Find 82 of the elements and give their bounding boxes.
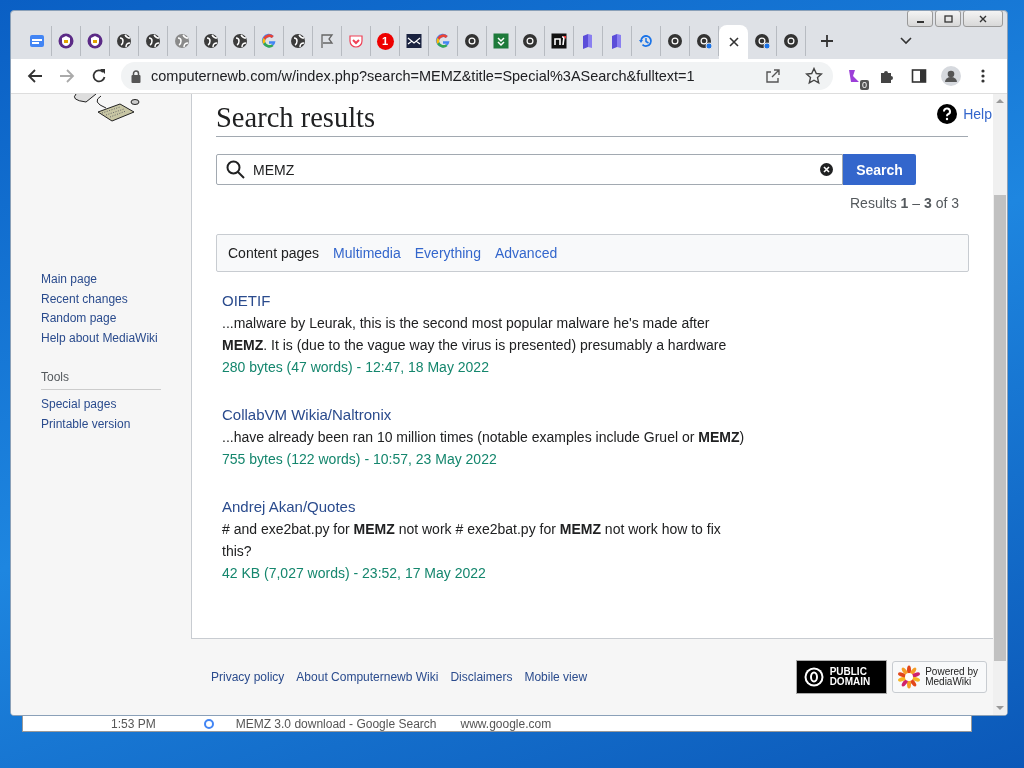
close-icon[interactable] bbox=[727, 36, 740, 48]
download-icon bbox=[493, 33, 509, 49]
url-text: computernewb.com/w/index.php?search=MEMZ&title=Special%3ASearch&fulltext=1 bbox=[151, 68, 695, 84]
help-link[interactable]: Help bbox=[963, 106, 992, 122]
close-icon bbox=[977, 13, 989, 24]
result-title[interactable]: OIETIF bbox=[222, 290, 271, 312]
chrome-icon bbox=[667, 33, 683, 49]
globe-icon bbox=[174, 33, 190, 49]
lock-icon bbox=[131, 69, 141, 83]
chrome-icon bbox=[754, 33, 770, 49]
footer-link[interactable]: Mobile view bbox=[524, 670, 588, 684]
result-snippet: # and exe2bat.py for MEMZ not work # exe2bat.py for MEMZ not work how to fix this? bbox=[222, 520, 722, 561]
sidebar-link[interactable]: Help about MediaWiki bbox=[41, 328, 158, 348]
address-bar[interactable]: computernewb.com/w/index.php?search=MEMZ&title=Special%3ASearch&fulltext=1 bbox=[121, 62, 833, 90]
shield-icon bbox=[58, 33, 74, 49]
history-site: www.google.com bbox=[460, 716, 552, 731]
sidebar-link[interactable]: Special pages bbox=[41, 395, 117, 415]
result-title[interactable]: CollabVM Wikia/Naltronix bbox=[222, 404, 392, 426]
back-icon[interactable] bbox=[27, 68, 43, 84]
search-input: MEMZ bbox=[253, 161, 812, 178]
minimize-button[interactable] bbox=[907, 11, 933, 27]
sidebar-link[interactable]: Random page bbox=[41, 309, 117, 329]
pocket-icon bbox=[348, 33, 364, 49]
sidebar-link[interactable]: Recent changes bbox=[41, 289, 128, 309]
app-icon bbox=[551, 33, 567, 49]
history-icon bbox=[638, 33, 654, 49]
search-field[interactable]: MEMZ bbox=[216, 154, 843, 185]
result-meta: 280 bytes (47 words) - 12:47, 18 May 2022 bbox=[222, 358, 489, 377]
profile-tab[interactable]: Everything bbox=[414, 245, 481, 261]
close-button[interactable] bbox=[963, 11, 1003, 27]
sidebar-link[interactable]: Printable version bbox=[41, 414, 131, 434]
result-title[interactable]: Andrej Akan/Quotes bbox=[222, 496, 356, 518]
footer-link[interactable]: About Computernewb Wiki bbox=[296, 670, 439, 684]
mediawiki-badge[interactable]: Powered by MediaWiki bbox=[892, 661, 987, 693]
result-meta: 42 KB (7,027 words) - 23:52, 17 May 2022 bbox=[222, 564, 486, 583]
profile-tab[interactable]: Multimedia bbox=[333, 245, 401, 261]
footer-link[interactable]: Disclaimers bbox=[450, 670, 513, 684]
profile-tab[interactable]: Advanced bbox=[494, 245, 558, 261]
menu-icon[interactable] bbox=[981, 68, 985, 84]
extension-badge: 0 bbox=[860, 80, 869, 90]
shield-icon bbox=[87, 33, 103, 49]
footer-link[interactable]: Privacy policy bbox=[211, 670, 285, 684]
page-title: Search results bbox=[216, 101, 376, 135]
globe-icon bbox=[116, 33, 132, 49]
result-snippet: ...have already been ran 10 million times (notable examples include Gruel or MEMZ) bbox=[222, 428, 746, 447]
chrome-icon bbox=[464, 33, 480, 49]
results-count: Results 1 – 3 of 3 bbox=[849, 195, 959, 211]
envelope-icon bbox=[406, 33, 422, 49]
browser-tab[interactable]: 1 bbox=[371, 26, 400, 56]
maximize-icon bbox=[942, 13, 954, 24]
maximize-button[interactable] bbox=[935, 11, 961, 27]
globe-icon bbox=[203, 33, 219, 49]
clear-icon[interactable] bbox=[820, 163, 833, 176]
profile-icon[interactable] bbox=[941, 66, 961, 86]
globe-icon bbox=[290, 33, 306, 49]
share-icon[interactable] bbox=[765, 68, 781, 84]
reload-icon[interactable] bbox=[91, 68, 107, 84]
chrome-icon bbox=[783, 33, 799, 49]
star-icon[interactable] bbox=[805, 67, 823, 85]
chrome-icon bbox=[522, 33, 538, 49]
minimize-icon bbox=[916, 20, 924, 23]
sidebar-link[interactable]: Main page bbox=[41, 270, 98, 290]
chrome-icon bbox=[696, 33, 712, 49]
history-title[interactable]: MEMZ 3.0 download - Google Search bbox=[235, 716, 437, 731]
puzzle-icon[interactable] bbox=[879, 68, 895, 84]
notification-badge: 1 bbox=[376, 32, 394, 50]
globe-icon bbox=[232, 33, 248, 49]
flag-icon bbox=[319, 33, 335, 49]
side-panel-icon[interactable] bbox=[911, 68, 927, 84]
globe-icon bbox=[145, 33, 161, 49]
profile-tab[interactable]: Content pages bbox=[228, 245, 320, 261]
chevron-down-icon bbox=[900, 37, 912, 45]
history-time: 1:53 PM bbox=[111, 716, 156, 731]
search-icon bbox=[226, 160, 245, 179]
document-icon bbox=[29, 33, 45, 49]
help-icon[interactable] bbox=[937, 104, 958, 124]
public-domain-badge[interactable]: PUBLIC DOMAIN bbox=[796, 661, 887, 693]
sidebar-heading: Tools bbox=[41, 370, 161, 390]
search-button[interactable]: Search bbox=[843, 154, 916, 185]
result-snippet: ...malware by Leurak, this is the second most popular malware he's made after MEMZ. It is (due to the vague way the virus is presented) presumably a hardware bbox=[222, 314, 728, 355]
result-meta: 755 bytes (122 words) - 10:57, 23 May 2022 bbox=[222, 450, 497, 469]
plus-icon bbox=[820, 34, 834, 48]
